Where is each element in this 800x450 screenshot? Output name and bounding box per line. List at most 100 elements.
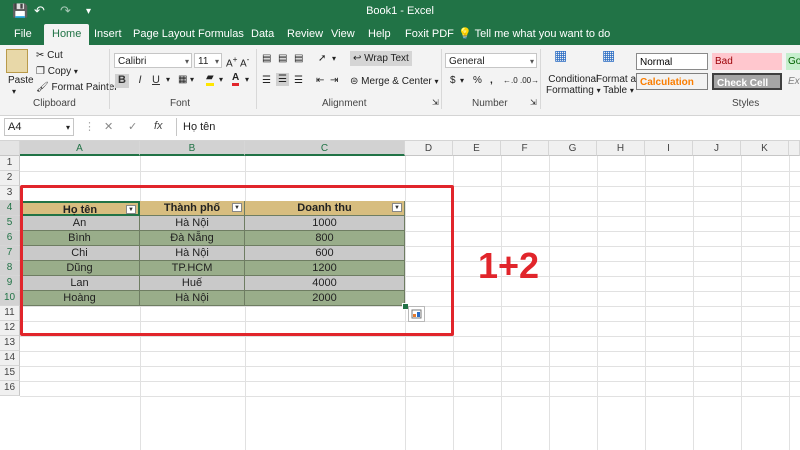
tab-foxit-pdf[interactable]: Foxit PDF xyxy=(405,24,454,45)
font-name-select[interactable]: Calibri ▾ xyxy=(114,53,192,68)
format-as-table-button[interactable]: Format as Table ▾ xyxy=(596,74,641,96)
row-header[interactable]: 10 xyxy=(0,291,20,306)
align-center-icon[interactable]: ☰ xyxy=(276,73,289,86)
row-header[interactable]: 9 xyxy=(0,276,20,291)
tab-page-layout[interactable]: Page Layout xyxy=(133,24,195,45)
merge-center-button[interactable]: ⊜ Merge & Center ▾ xyxy=(350,76,439,87)
font-color-dropdown-icon[interactable]: ▾ xyxy=(245,75,249,84)
paste-icon[interactable] xyxy=(6,49,28,73)
cancel-icon[interactable]: ✕ xyxy=(104,120,113,133)
column-header[interactable]: B xyxy=(140,141,245,156)
decrease-decimal-icon[interactable]: .00→ xyxy=(520,76,539,85)
column-header[interactable]: G xyxy=(549,141,597,156)
insert-function-button[interactable]: fx xyxy=(154,120,163,132)
borders-dropdown-icon[interactable]: ▾ xyxy=(190,75,194,84)
currency-format-button[interactable]: $ xyxy=(450,75,456,86)
row-header[interactable]: 1 xyxy=(0,156,20,171)
style-bad[interactable]: Bad xyxy=(712,53,782,70)
name-box[interactable]: A4 ▾ xyxy=(4,118,74,136)
increase-font-icon[interactable]: A+ xyxy=(226,54,238,69)
tab-view[interactable]: View xyxy=(331,24,355,45)
column-header[interactable]: H xyxy=(597,141,645,156)
format-as-table-icon[interactable]: ▦ xyxy=(602,47,615,64)
row-header[interactable]: 2 xyxy=(0,171,20,186)
tab-home[interactable]: Home xyxy=(44,24,90,45)
row-header[interactable]: 4 xyxy=(0,201,20,216)
column-header[interactable]: K xyxy=(741,141,789,156)
borders-icon[interactable]: ▦ xyxy=(178,74,187,85)
increase-decimal-icon[interactable]: ←.0 xyxy=(503,76,518,85)
column-header[interactable]: I xyxy=(645,141,693,156)
style-explanatory[interactable]: Ex xyxy=(786,73,800,90)
style-good[interactable]: Go xyxy=(786,53,800,70)
format-painter-button[interactable]: 🖌 Format Painter xyxy=(36,82,118,93)
fill-color-dropdown-icon[interactable]: ▾ xyxy=(219,75,223,84)
column-header[interactable]: C xyxy=(245,141,405,156)
row-header[interactable]: 6 xyxy=(0,231,20,246)
tab-insert[interactable]: Insert xyxy=(94,24,122,45)
number-dialog-launcher-icon[interactable]: ⇲ xyxy=(530,98,537,107)
percent-format-button[interactable]: % xyxy=(473,75,482,86)
align-bottom-icon[interactable]: ▤ xyxy=(294,53,303,64)
currency-dropdown-icon[interactable]: ▾ xyxy=(460,76,464,85)
style-check-cell[interactable]: Check Cell xyxy=(712,73,782,90)
align-right-icon[interactable]: ☰ xyxy=(294,75,303,86)
copy-button[interactable]: ❐ Copy ▾ xyxy=(36,66,78,77)
row-header[interactable]: 5 xyxy=(0,216,20,231)
conditional-formatting-icon[interactable]: ▦ xyxy=(554,47,567,64)
align-middle-icon[interactable]: ▤ xyxy=(278,53,287,64)
wrap-text-button[interactable]: ↩ Wrap Text xyxy=(350,51,412,66)
paste-button[interactable]: Paste xyxy=(8,75,34,86)
align-left-icon[interactable]: ☰ xyxy=(262,75,271,86)
style-normal[interactable]: Normal xyxy=(636,53,708,70)
select-all-corner[interactable] xyxy=(0,141,20,156)
align-top-icon[interactable]: ▤ xyxy=(262,53,271,64)
column-header-partial[interactable] xyxy=(789,141,800,156)
style-calculation[interactable]: Calculation xyxy=(636,73,708,90)
fill-color-icon[interactable]: ▰ xyxy=(206,72,214,86)
row-header[interactable]: 8 xyxy=(0,261,20,276)
column-header[interactable]: A xyxy=(20,141,140,156)
tab-help[interactable]: Help xyxy=(368,24,391,45)
row-header[interactable]: 12 xyxy=(0,321,20,336)
row-header[interactable]: 15 xyxy=(0,366,20,381)
highlight-box xyxy=(20,185,454,336)
increase-indent-icon[interactable]: ⇥ xyxy=(330,75,338,86)
font-color-icon[interactable]: A xyxy=(232,72,240,86)
row-header[interactable]: 14 xyxy=(0,351,20,366)
underline-button[interactable]: U xyxy=(149,74,163,86)
name-box-value: A4 xyxy=(8,121,22,133)
row-header[interactable]: 3 xyxy=(0,186,20,201)
tab-review[interactable]: Review xyxy=(287,24,323,45)
alignment-dialog-launcher-icon[interactable]: ⇲ xyxy=(432,98,439,107)
tab-file[interactable]: File xyxy=(14,24,32,45)
bold-button[interactable]: B xyxy=(115,74,129,88)
tab-formulas[interactable]: Formulas xyxy=(198,24,244,45)
row-header[interactable]: 16 xyxy=(0,381,20,396)
column-header[interactable]: D xyxy=(405,141,453,156)
group-separator xyxy=(441,49,442,109)
comma-format-button[interactable]: , xyxy=(490,75,493,86)
number-format-select[interactable]: General ▾ xyxy=(445,53,537,68)
font-name-value: Calibri xyxy=(118,56,147,67)
column-header[interactable]: F xyxy=(501,141,549,156)
font-size-select[interactable]: 11 ▾ xyxy=(194,53,222,68)
orientation-icon[interactable]: ➚ xyxy=(318,53,326,64)
orientation-dropdown-icon[interactable]: ▾ xyxy=(332,54,336,63)
conditional-formatting-button[interactable]: Conditional Formatting ▾ xyxy=(546,74,601,96)
column-header[interactable]: E xyxy=(453,141,501,156)
tell-me-box[interactable]: 💡 Tell me what you want to do xyxy=(458,24,610,45)
formula-input[interactable]: Họ tên xyxy=(176,118,800,136)
enter-icon[interactable]: ✓ xyxy=(128,120,137,133)
column-header[interactable]: J xyxy=(693,141,741,156)
italic-button[interactable]: I xyxy=(133,74,147,86)
tab-data[interactable]: Data xyxy=(251,24,274,45)
row-header[interactable]: 13 xyxy=(0,336,20,351)
paste-dropdown-icon[interactable]: ▾ xyxy=(12,87,16,96)
row-header[interactable]: 11 xyxy=(0,306,20,321)
cut-button[interactable]: ✂ Cut xyxy=(36,50,63,61)
decrease-indent-icon[interactable]: ⇤ xyxy=(316,75,324,86)
row-header[interactable]: 7 xyxy=(0,246,20,261)
decrease-font-icon[interactable]: A- xyxy=(240,54,249,69)
underline-dropdown-icon[interactable]: ▾ xyxy=(166,75,170,84)
